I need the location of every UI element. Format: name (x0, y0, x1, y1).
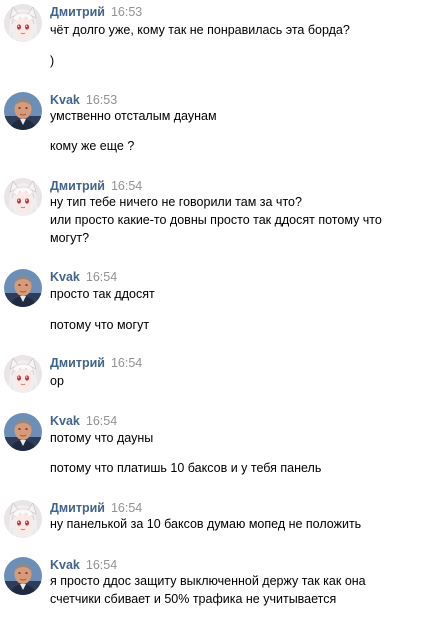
message-time[interactable]: 16:54 (86, 558, 117, 572)
message-text: или просто какие-то довны просто так ддо… (50, 213, 382, 227)
author-name[interactable]: Kvak (50, 558, 80, 572)
man-avatar-icon[interactable] (4, 557, 42, 595)
message-group: Дмитрий 16:54 ну панелькой за 10 баксов д… (0, 500, 436, 540)
man-avatar-icon[interactable] (4, 92, 42, 130)
message-time[interactable]: 16:54 (111, 501, 142, 515)
message-group: Kvak 16:54 я просто ддос защиту выключенн… (0, 557, 436, 613)
anime-girl-avatar-icon[interactable] (4, 178, 42, 216)
message-text: кому же еще ? (50, 139, 135, 153)
message-group: Kvak 16:54 просто так ддосят потому что м… (0, 269, 436, 339)
message-text: могут? (50, 231, 90, 245)
message-text: ну панелькой за 10 баксов думаю мопед не… (50, 517, 362, 531)
message-text: ор (50, 374, 64, 388)
message-time[interactable]: 16:54 (111, 356, 142, 370)
message-time[interactable]: 16:53 (86, 93, 117, 107)
author-name[interactable]: Kvak (50, 93, 80, 107)
message-time[interactable]: 16:54 (111, 179, 142, 193)
author-name[interactable]: Дмитрий (50, 179, 105, 193)
message-group: Дмитрий 16:53 чёт долго уже, кому так не … (0, 4, 436, 74)
message-time[interactable]: 16:54 (86, 414, 117, 428)
message-text: потому что платишь 10 баксов и у тебя па… (50, 461, 322, 475)
anime-girl-avatar-icon[interactable] (4, 4, 42, 42)
author-name[interactable]: Kvak (50, 414, 80, 428)
message-text: просто так ддосят (50, 287, 155, 301)
author-name[interactable]: Kvak (50, 270, 80, 284)
message-group: Дмитрий 16:54 ор (0, 355, 436, 395)
message-group: Kvak 16:54 потому что дауны потому что пл… (0, 413, 436, 483)
message-text: потому что могут (50, 318, 150, 332)
message-time[interactable]: 16:54 (86, 270, 117, 284)
author-name[interactable]: Дмитрий (50, 501, 105, 515)
anime-girl-avatar-icon[interactable] (4, 500, 42, 538)
message-text: счетчики сбивает и 50% трафика не учитыв… (50, 592, 337, 606)
anime-girl-avatar-icon[interactable] (4, 355, 42, 393)
message-text: умственно отсталым даунам (50, 109, 217, 123)
message-text: потому что дауны (50, 431, 154, 445)
message-group: Kvak 16:53 умственно отсталым даунам кому… (0, 92, 436, 162)
author-name[interactable]: Дмитрий (50, 5, 105, 19)
message-text: ) (50, 54, 55, 68)
man-avatar-icon[interactable] (4, 269, 42, 307)
message-text: я просто ддос защиту выключенной держу т… (50, 574, 366, 588)
author-name[interactable]: Дмитрий (50, 356, 105, 370)
message-text: ну тип тебе ничего не говорили там за чт… (50, 195, 302, 209)
man-avatar-icon[interactable] (4, 413, 42, 451)
message-text: чёт долго уже, кому так не понравилась э… (50, 23, 350, 37)
message-time[interactable]: 16:53 (111, 5, 142, 19)
message-group: Дмитрий 16:54 ну тип тебе ничего не говор… (0, 178, 436, 250)
